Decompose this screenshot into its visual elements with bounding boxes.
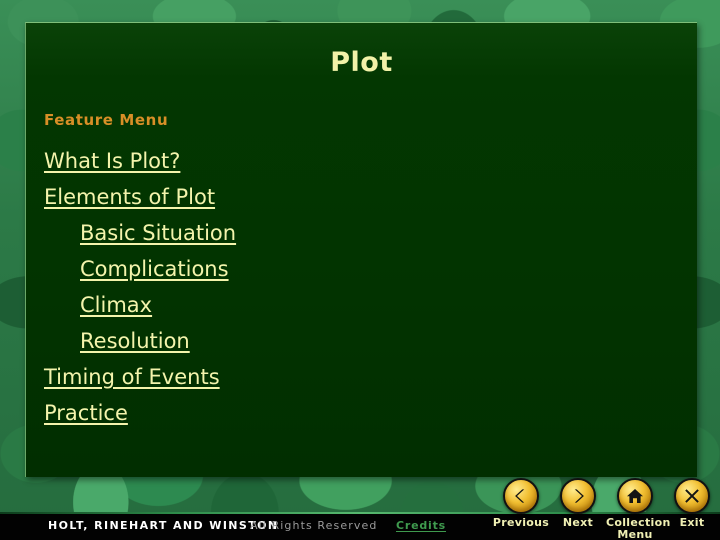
nav-button-previous[interactable]: Previous (492, 478, 550, 529)
nav-button-label: Previous (492, 516, 550, 529)
publisher-name: HOLT, RINEHART AND WINSTON (48, 519, 279, 532)
chevron-left-icon[interactable] (503, 478, 539, 514)
menu-link-climax[interactable]: Climax (80, 287, 152, 323)
page-title: Plot (330, 47, 393, 78)
slide-root: Plot Feature Menu What Is Plot? Elements … (0, 0, 720, 540)
menu-link-complications[interactable]: Complications (80, 251, 229, 287)
menu-link-basic-situation[interactable]: Basic Situation (80, 215, 236, 251)
nav-button-next[interactable]: Next (549, 478, 607, 529)
nav-button-label: Next (562, 516, 594, 529)
nav-button-label: Exit (679, 516, 705, 529)
menu-link-resolution[interactable]: Resolution (80, 323, 190, 359)
nav-button-exit[interactable]: Exit (663, 478, 720, 529)
nav-button-label: Collection Menu (606, 516, 671, 540)
feature-menu-list: What Is Plot? Elements of Plot Basic Situa… (44, 143, 687, 431)
credits-link[interactable]: Credits (396, 519, 446, 532)
navigation-bar: Previous Next Collection Menu Exit (492, 478, 720, 540)
menu-link-elements-of-plot[interactable]: Elements of Plot (44, 179, 215, 215)
nav-button-collection[interactable]: Collection Menu (606, 478, 671, 540)
menu-link-timing-of-events[interactable]: Timing of Events (44, 359, 220, 395)
menu-link-what-is-plot[interactable]: What Is Plot? (44, 143, 180, 179)
home-icon[interactable] (617, 478, 653, 514)
rights-text: All Rights Reserved (250, 519, 378, 532)
feature-menu-heading: Feature Menu (44, 111, 169, 129)
menu-link-practice[interactable]: Practice (44, 395, 128, 431)
content-panel: Plot Feature Menu What Is Plot? Elements … (25, 22, 697, 477)
close-x-icon[interactable] (674, 478, 710, 514)
chevron-right-icon[interactable] (560, 478, 596, 514)
